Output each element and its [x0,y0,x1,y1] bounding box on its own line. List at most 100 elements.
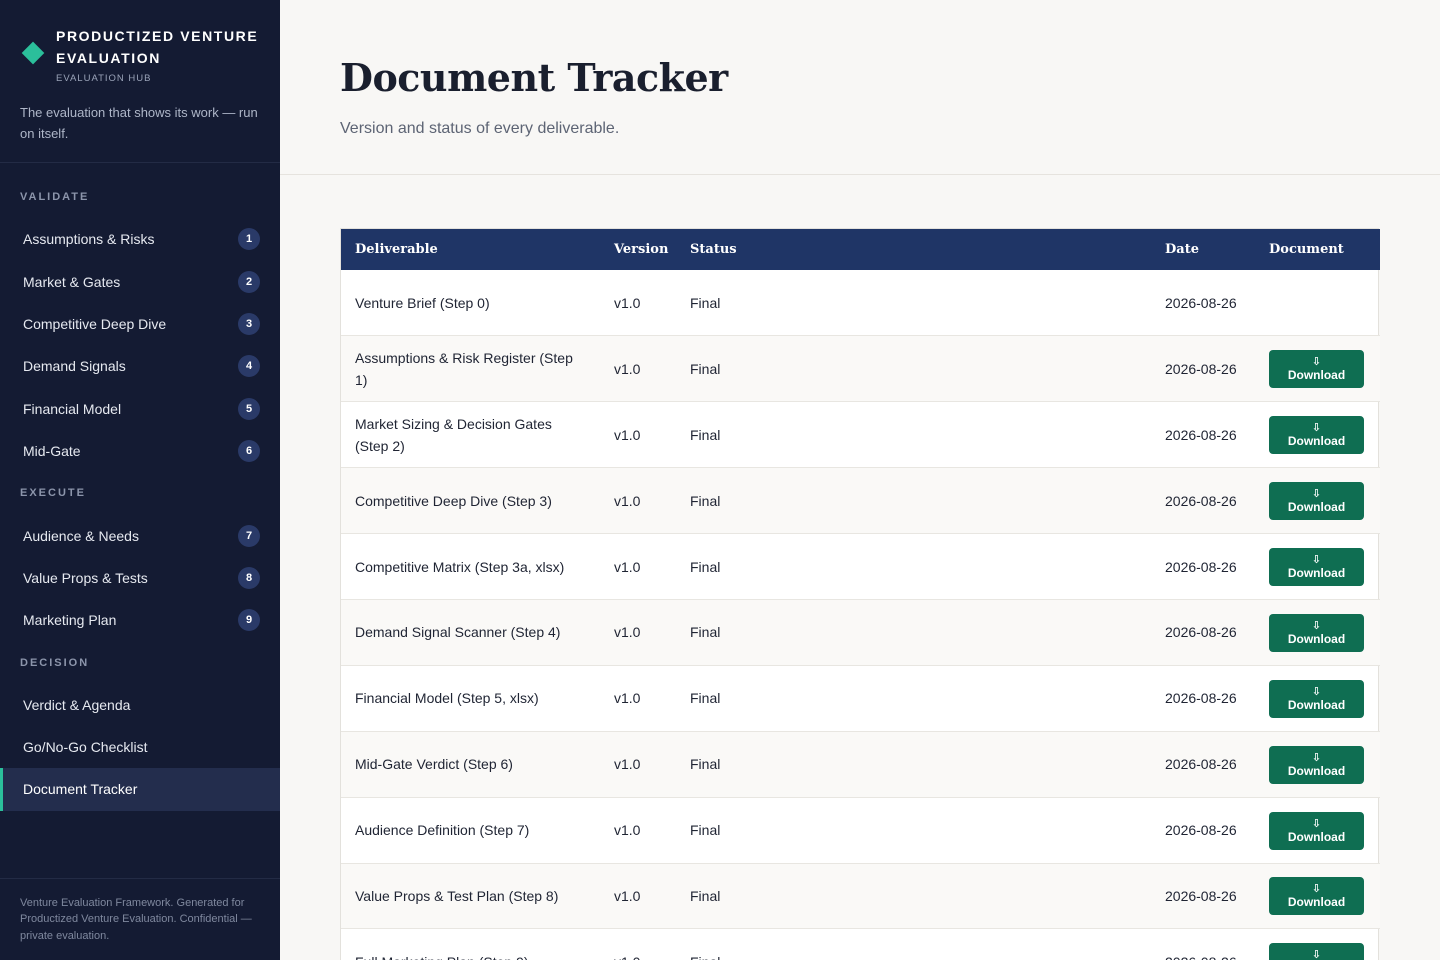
status-cell: Final [676,533,1151,600]
download-arrow-icon: ⇩ [1311,619,1322,632]
status-cell: Final [676,335,1151,403]
table-row: Financial Model (Step 5, xlsx) v1.0 Final 2… [341,665,1380,732]
download-button[interactable]: ⇩Download [1269,416,1364,455]
download-arrow-icon: ⇩ [1311,356,1322,369]
date-cell: 2026-08-26 [1151,335,1255,403]
status-cell: Final [676,731,1151,798]
sidebar-item-label: Assumptions & Risks [23,231,155,248]
deliverable-cell: Financial Model (Step 5, xlsx) [341,665,600,732]
sidebar-item-demand-signals[interactable]: Demand Signals 4 [0,345,280,387]
step-number-badge: 2 [238,270,260,293]
date-cell: 2026-08-26 [1151,863,1255,930]
deliverable-cell: Audience Definition (Step 7) [341,797,600,864]
sidebar-item-competitive-deep-dive[interactable]: Competitive Deep Dive 3 [0,303,280,345]
step-number-badge: 8 [238,566,260,589]
table-row: Market Sizing & Decision Gates (Step 2) v… [341,401,1380,469]
download-button[interactable]: ⇩Download [1269,811,1364,850]
download-button[interactable]: ⇩Download [1269,877,1364,916]
table-row: Full Marketing Plan (Step 9)v1.0Final202… [341,928,1380,960]
brand-subtitle: EVALUATION HUB [56,73,152,84]
sidebar-item-label: Marketing Plan [23,612,117,629]
nav-section-label: EXECUTE [20,487,86,500]
download-button[interactable]: ⇩Download [1269,613,1364,652]
sidebar-item-label: Competitive Deep Dive [23,315,167,332]
sidebar-item-audience-and-needs[interactable]: Audience & Needs 7 [0,514,280,556]
sidebar-item-marketing-plan[interactable]: Marketing Plan 9 [0,599,280,641]
sidebar-item-document-tracker[interactable]: Document Tracker [0,768,280,812]
status-cell: Final [676,467,1151,535]
table-row: Mid-Gate Verdict (Step 6) v1.0 Final 2026-0… [341,731,1380,798]
sidebar-item-assumptions-and-risks[interactable]: Assumptions & Risks 1 [0,218,280,260]
download-label: Download [1287,895,1346,910]
step-number-badge: 6 [238,440,260,463]
deliverable-cell: Full Marketing Plan (Step 9) [341,928,600,960]
document-table-container: Deliverable Version Status Date Document… [340,228,1380,960]
sidebar-item-verdict-and-agenda[interactable]: Verdict & Agenda [0,684,280,726]
document-cell: ⇩Download [1255,797,1380,864]
date-cell: 2026-08-26 [1151,797,1255,864]
deliverable-cell: Demand Signal Scanner (Step 4) [341,599,600,666]
download-arrow-icon: ⇩ [1311,554,1322,566]
version-cell: v1.0 [600,797,676,864]
sidebar-item-market-and-gates[interactable]: Market & Gates 2 [0,260,280,302]
download-arrow-icon: ⇩ [1311,883,1322,896]
date-cell: 2026-08-26 [1151,401,1255,469]
download-button[interactable]: ⇩Download [1269,943,1364,960]
sidebar-item-label: Mid-Gate [23,443,81,460]
download-arrow-icon: ⇩ [1311,751,1322,764]
column-header-status: Status [690,242,737,257]
download-arrow-icon: ⇩ [1311,422,1322,435]
table-header-row: Deliverable Version Status Date Document [341,229,1380,270]
download-label: Download [1287,368,1346,383]
status-cell: Final [676,797,1151,864]
date-cell: 2026-08-26 [1151,665,1255,732]
version-cell: v1.0 [600,270,676,337]
download-arrow-icon: ⇩ [1311,488,1322,501]
download-arrow-icon: ⇩ [1311,817,1322,830]
date-cell: 2026-08-26 [1151,599,1255,666]
nav-section-items: Audience & Needs 7 Value Props & Tests 8 Mar… [0,514,280,641]
sidebar-item-label: Market & Gates [23,273,121,290]
deliverable-cell: Market Sizing & Decision Gates (Step 2) [341,401,600,469]
brand-block: PRODUCTIZED VENTURE EVALUATION EVALUATIO… [0,0,280,163]
page-title: Document Tracker [340,55,728,100]
version-cell: v1.0 [600,599,676,666]
version-cell: v1.0 [600,335,676,403]
status-cell: Final [676,928,1151,960]
date-cell: 2026-08-26 [1151,467,1255,535]
table-row: Venture Brief (Step 0) v1.0 Final 2026-08-2… [341,270,1380,337]
main-content: Document Tracker Version and status of e… [280,0,1440,960]
document-cell: ⇩Download [1255,401,1380,469]
download-button[interactable]: ⇩Download [1269,745,1364,784]
download-button[interactable]: ⇩Download [1269,350,1364,389]
download-button[interactable]: ⇩Download [1269,679,1364,718]
sidebar-item-mid-gate[interactable]: Mid-Gate 6 [0,430,280,472]
column-header-date: Date [1165,242,1199,257]
sidebar-item-label: Audience & Needs [23,527,139,544]
deliverable-cell: Venture Brief (Step 0) [341,270,600,337]
deliverable-cell: Competitive Matrix (Step 3a, xlsx) [341,533,600,600]
sidebar-item-value-props-and-tests[interactable]: Value Props & Tests 8 [0,557,280,599]
date-cell: 2026-08-26 [1151,731,1255,798]
download-label: Download [1287,434,1346,449]
download-label: Download [1287,697,1346,712]
sidebar-item-label: Demand Signals [23,358,126,375]
sidebar-item-financial-model[interactable]: Financial Model 5 [0,388,280,430]
sidebar-item-go-no-go-checklist[interactable]: Go/No-Go Checklist [0,726,280,768]
document-cell: ⇩Download [1255,665,1380,732]
step-number-badge: 1 [238,228,260,251]
version-cell: v1.0 [600,467,676,535]
version-cell: v1.0 [600,731,676,798]
step-number-badge: 4 [238,355,260,378]
date-cell: 2026-08-26 [1151,270,1255,337]
brand-tagline: The evaluation that shows its work — run… [20,105,258,141]
table-row: Assumptions & Risk Register (Step 1) v1.0… [341,335,1380,403]
version-cell: v1.0 [600,863,676,930]
document-cell: ⇩Download [1255,599,1380,666]
sidebar-item-label: Value Props & Tests [23,569,148,586]
status-cell: Final [676,270,1151,337]
download-button[interactable]: ⇩Download [1269,482,1364,521]
brand-title: PRODUCTIZED VENTURE EVALUATION [56,28,259,66]
document-cell: ⇩Download [1255,928,1380,960]
download-button[interactable]: ⇩Download [1269,548,1364,586]
